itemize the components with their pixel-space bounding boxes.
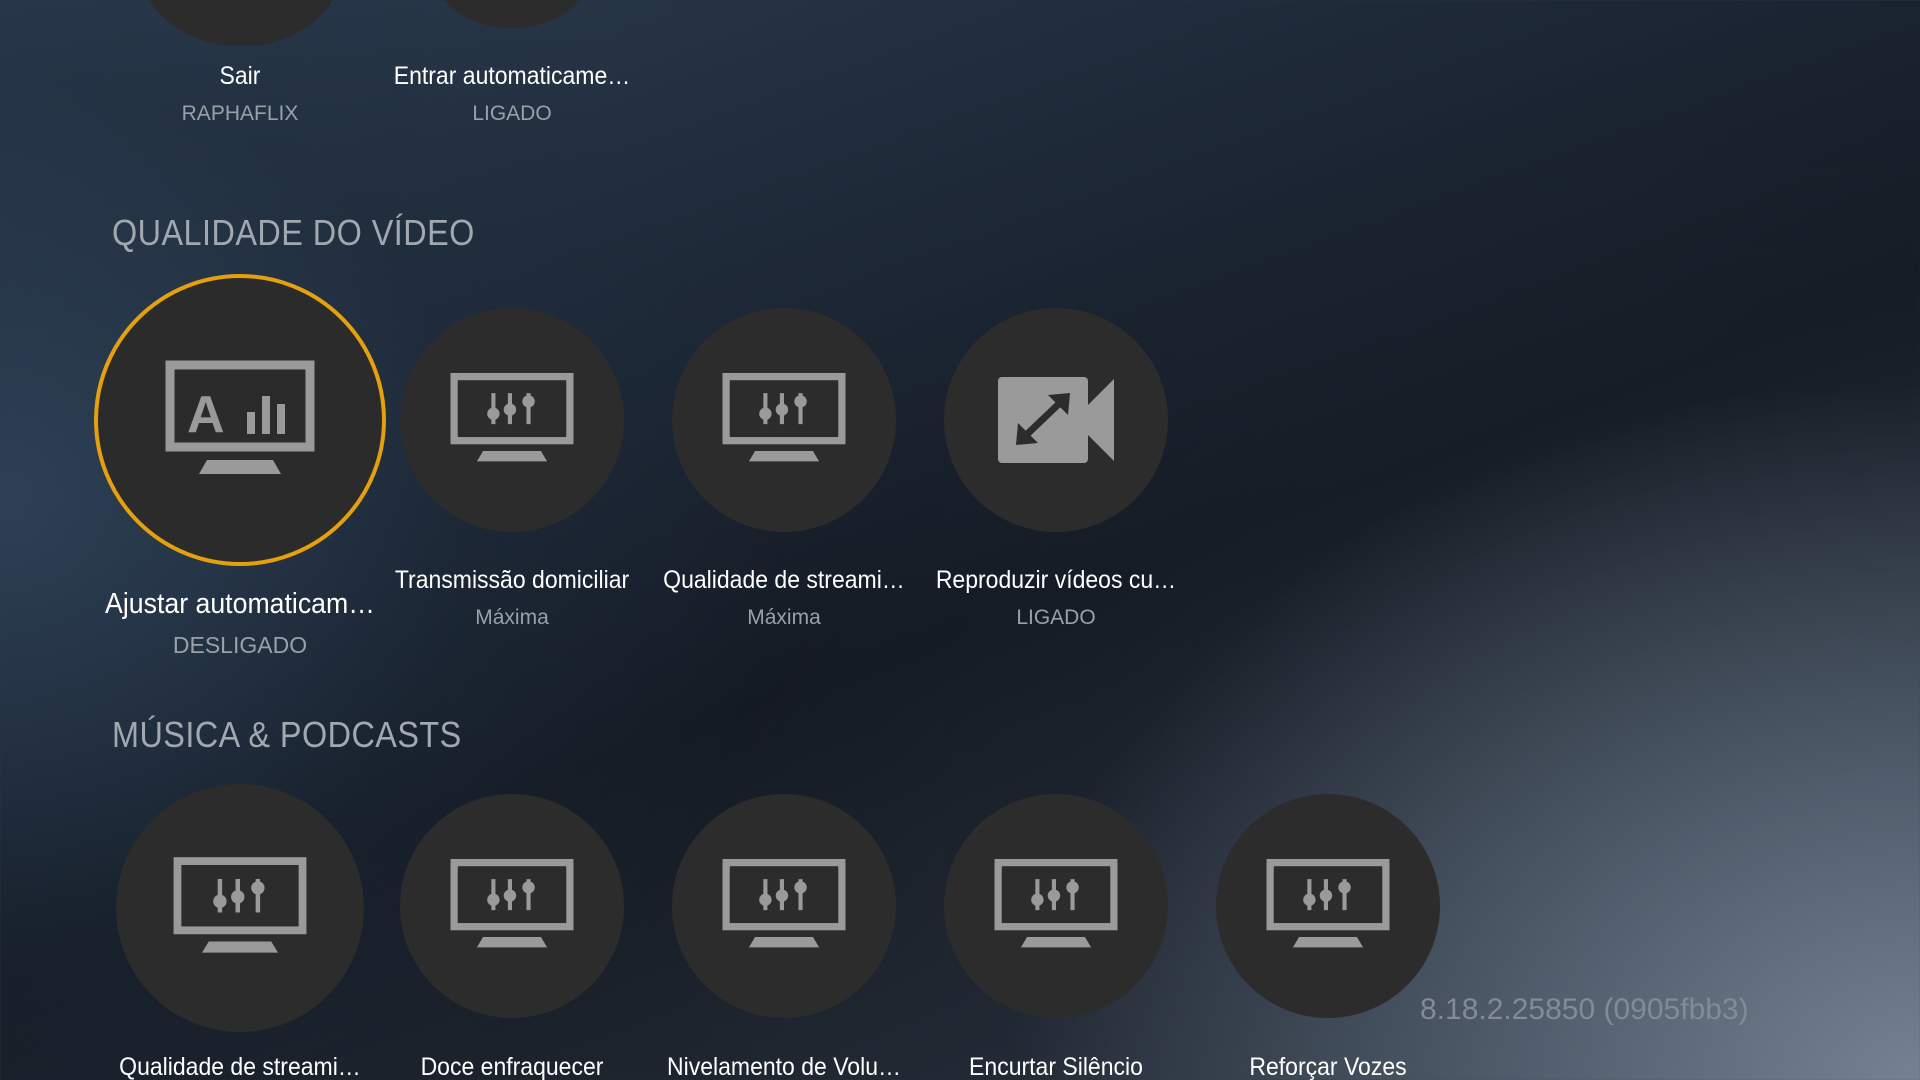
volume-leveling-label: Nivelamento de Volu… (667, 1053, 901, 1080)
equalizer-monitor-icon (1266, 858, 1390, 954)
video-expand-icon (996, 375, 1116, 465)
app-version: 8.18.2.25850 (0905fbb3) (1420, 993, 1749, 1026)
home-streaming-label: Transmissão domiciliar (394, 566, 630, 594)
music-podcasts-heading: MÚSICA & PODCASTS (112, 714, 462, 755)
equalizer-monitor-icon (450, 372, 574, 468)
streaming-quality-button[interactable] (672, 308, 896, 532)
shorten-silence-label: Encurtar Silêncio (969, 1053, 1143, 1080)
streaming-quality-label: Qualidade de streami… (663, 566, 905, 594)
sweet-fade-label: Doce enfraquecer (420, 1053, 604, 1080)
equalizer-monitor-icon (994, 858, 1118, 954)
music-streaming-quality-label: Qualidade de streami… (119, 1053, 361, 1080)
auto-adjust-quality-label: Ajustar automaticam… (105, 588, 375, 620)
play-short-videos-status: LIGADO (1016, 606, 1096, 629)
auto-sign-in-button[interactable] (420, 0, 604, 28)
boost-voices-label: Reforçar Vozes (1249, 1053, 1407, 1080)
play-short-videos-label: Reproduzir vídeos cu… (935, 566, 1177, 594)
auto-sign-in-label: Entrar automaticame… (393, 62, 631, 90)
sign-out-username: RAPHAFLIX (181, 102, 299, 125)
auto-adjust-quality-status: DESLIGADO (172, 632, 308, 658)
video-quality-heading: QUALIDADE DO VÍDEO (112, 212, 475, 253)
equalizer-monitor-icon (173, 856, 307, 960)
sweet-fade-button[interactable] (400, 794, 624, 1018)
music-streaming-quality-button[interactable] (116, 784, 364, 1032)
play-short-videos-button[interactable] (944, 308, 1168, 532)
equalizer-monitor-icon (722, 372, 846, 468)
sign-out-button[interactable] (130, 0, 352, 46)
equalizer-monitor-icon (450, 858, 574, 954)
auto-adjust-monitor-icon (165, 360, 315, 480)
home-streaming-button[interactable] (400, 308, 624, 532)
boost-voices-button[interactable] (1216, 794, 1440, 1018)
home-streaming-value: Máxima (475, 606, 549, 629)
volume-leveling-button[interactable] (672, 794, 896, 1018)
shorten-silence-button[interactable] (944, 794, 1168, 1018)
streaming-quality-value: Máxima (747, 606, 821, 629)
equalizer-monitor-icon (722, 858, 846, 954)
auto-sign-in-status: LIGADO (472, 102, 552, 125)
sign-out-label: Sair (219, 62, 261, 90)
auto-adjust-quality-button[interactable] (94, 274, 386, 566)
